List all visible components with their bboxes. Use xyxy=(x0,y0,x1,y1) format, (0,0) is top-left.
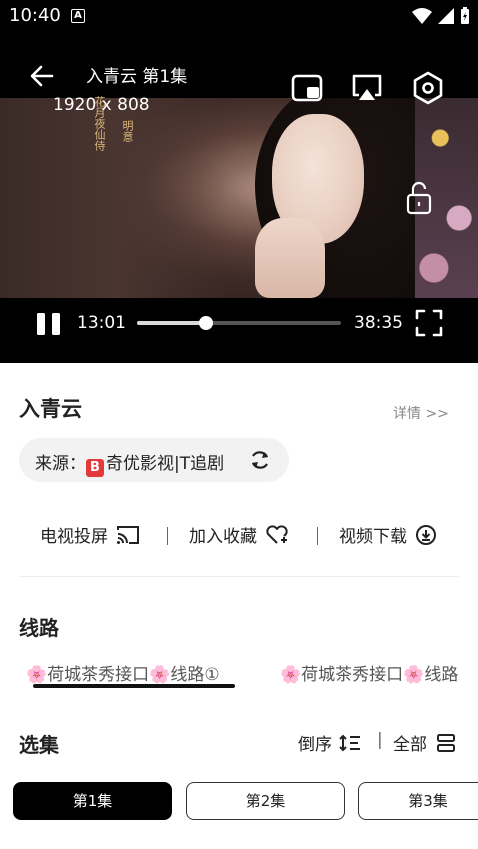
settings-hexagon-icon[interactable] xyxy=(411,70,445,106)
player-title: 入青云 第1集 xyxy=(86,67,188,87)
airplay-icon[interactable] xyxy=(350,72,384,104)
route-active-indicator xyxy=(33,684,235,688)
status-time: 10:40 xyxy=(9,5,61,26)
video-caption-col2: 明意 xyxy=(121,120,134,142)
source-label: 来源： xyxy=(35,454,86,474)
notification-a-icon: A xyxy=(71,9,85,23)
sort-icon xyxy=(339,734,360,751)
route-item-2[interactable]: 🌸荷城茶秀接口🌸线路 xyxy=(280,660,458,685)
seek-bar-thumb[interactable] xyxy=(198,316,213,330)
route-item-1[interactable]: 🌸荷城茶秀接口🌸线路① xyxy=(26,660,220,685)
favorite-label: 加入收藏 xyxy=(189,527,257,547)
source-badge: B xyxy=(86,459,104,477)
signal-icon xyxy=(438,8,454,24)
current-time: 13:01 xyxy=(77,313,126,333)
download-label: 视频下载 xyxy=(339,527,407,547)
all-episodes-label: 全部 xyxy=(393,735,427,755)
scene-background xyxy=(0,98,230,298)
cast-icon xyxy=(117,525,139,544)
action-row: 电视投屏 加入收藏 视频下载 xyxy=(0,522,478,552)
source-selector[interactable]: 来源： B 奇优影视|T追剧 xyxy=(19,438,289,482)
download-button[interactable]: 视频下载 xyxy=(339,522,437,547)
episode-button-1[interactable]: 第1集 xyxy=(13,782,172,820)
section-divider xyxy=(19,576,459,577)
all-episodes-button[interactable]: 全部 xyxy=(393,730,457,755)
routes-title: 线路 xyxy=(19,616,59,640)
status-icons xyxy=(412,7,470,25)
source-name: 奇优影视|T追剧 xyxy=(106,454,225,474)
heart-plus-icon xyxy=(266,524,288,544)
show-title: 入青云 xyxy=(19,397,82,421)
seek-bar-progress xyxy=(137,321,206,325)
back-arrow-icon[interactable] xyxy=(28,62,56,90)
wifi-icon xyxy=(412,8,432,24)
fullscreen-icon[interactable] xyxy=(414,308,444,338)
tv-cast-label: 电视投屏 xyxy=(40,527,108,547)
action-divider xyxy=(317,527,318,545)
details-link[interactable]: 详情 >> xyxy=(393,403,449,423)
list-grid-icon xyxy=(437,733,455,752)
battery-icon xyxy=(461,7,469,24)
download-icon xyxy=(416,524,436,545)
action-divider xyxy=(167,527,168,545)
refresh-icon[interactable] xyxy=(249,448,271,472)
seek-bar[interactable] xyxy=(137,316,341,330)
episode-sort-divider: | xyxy=(377,730,383,750)
episodes-title: 选集 xyxy=(19,733,59,757)
pause-icon[interactable] xyxy=(35,311,63,337)
source-text: 来源： B 奇优影视|T追剧 xyxy=(35,449,224,477)
picture-in-picture-icon[interactable] xyxy=(290,72,324,104)
video-player[interactable]: 花月夜仙侍 明意 入青云 第1集 1920 x 808 13:01 38:35 xyxy=(0,34,478,363)
reverse-order-button[interactable]: 倒序 xyxy=(298,730,362,755)
total-time: 38:35 xyxy=(354,313,403,333)
scene-hand xyxy=(255,218,325,298)
status-bar: 10:40 A xyxy=(0,0,478,34)
unlock-icon[interactable] xyxy=(404,180,434,216)
tv-cast-button[interactable]: 电视投屏 xyxy=(40,522,140,547)
video-resolution: 1920 x 808 xyxy=(53,95,150,115)
reverse-order-label: 倒序 xyxy=(298,735,332,755)
episode-button-2[interactable]: 第2集 xyxy=(186,782,345,820)
episode-button-3[interactable]: 第3集 xyxy=(358,782,478,820)
favorite-button[interactable]: 加入收藏 xyxy=(189,522,289,547)
